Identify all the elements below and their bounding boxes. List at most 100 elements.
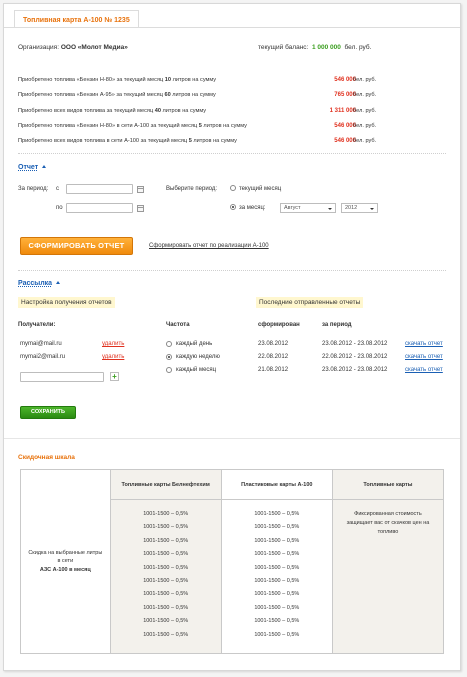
calendar-icon[interactable]	[137, 186, 144, 193]
purchase-row: Приобретено всех видов топлива в сети А-…	[18, 138, 237, 144]
last-sent-heading: Последние отправленные отчеты	[256, 297, 364, 308]
purchase-unit: бел. руб.	[353, 92, 377, 99]
delete-recipient-link[interactable]: удалить	[102, 341, 124, 347]
frequency-radio[interactable]	[166, 341, 172, 347]
discount-col3-text: Фиксированная стоимость защищает вас от …	[331, 499, 445, 654]
discount-value: 1001-1500 – 0,5%	[254, 511, 300, 517]
purchase-text: Приобретено топлива «Бензин Н-80» в сети…	[18, 122, 199, 129]
divider	[18, 270, 446, 271]
discount-value: 1001-1500 – 0,5%	[143, 524, 189, 531]
save-button[interactable]: СОХРАНИТЬ	[20, 406, 76, 419]
purchase-unit: бел. руб.	[353, 122, 377, 129]
discount-row-label: Скидка на выбранные литры в сети АЗС А-1…	[20, 469, 111, 654]
frequency-label: каждый день	[176, 341, 213, 347]
delete-recipient-link[interactable]: удалить	[102, 354, 124, 360]
discount-value: 1001-1500 – 0,5%	[143, 604, 189, 611]
discount-value: 1001-1500 – 0,5%	[143, 618, 189, 625]
purchase-row: Приобретено топлива «Бензин Н-80» за тек…	[18, 77, 216, 83]
tab-fuel-card[interactable]: Топливная карта А-100 № 1235	[14, 10, 139, 28]
balance-label: текущий баланс:	[258, 44, 309, 51]
discount-value: 1001-1500 – 0,5%	[143, 537, 189, 544]
choose-period-label: Выберите период:	[166, 186, 218, 192]
purchase-unit: бел. руб.	[353, 77, 377, 83]
generate-report-button[interactable]: СФОРМИРОВАТЬ ОТЧЕТ	[20, 237, 133, 255]
org-label: Организация:	[18, 44, 60, 51]
month-select[interactable]: Август	[280, 203, 336, 213]
download-report-link[interactable]: скачать отчет	[405, 354, 443, 360]
chevron-down-icon	[370, 208, 374, 210]
generated-col-header: сформирован	[258, 322, 300, 328]
date-from-input[interactable]	[66, 184, 133, 194]
caret-up-icon	[42, 165, 47, 168]
discount-value: 1001-1500 – 0,5%	[254, 537, 300, 544]
calendar-icon[interactable]	[137, 205, 144, 212]
frequency-label: каждый месяц	[176, 367, 217, 373]
purchase-text: Приобретено топлива «Бензин Н-80» за тек…	[18, 77, 165, 83]
recipients-label: Получатели:	[18, 322, 56, 328]
org-info: Организация: ООО «Молот Медиа»	[18, 44, 128, 51]
discount-row-label-line1: Скидка на выбранные литры в сети	[28, 549, 103, 565]
frequency-label: каждую неделю	[176, 354, 220, 360]
discount-row-label-line2: АЗС А-100 в месяц	[39, 566, 91, 573]
section-divider	[4, 438, 460, 439]
purchase-unit: бел. руб.	[353, 138, 377, 145]
discount-value: 1001-1500 – 0,5%	[143, 631, 189, 638]
tab-divider	[4, 27, 460, 28]
new-recipient-input[interactable]	[20, 372, 104, 382]
purchase-text: Приобретено всех видов топлива в сети А-…	[18, 138, 189, 145]
frequency-radio[interactable]	[166, 354, 172, 360]
download-report-link[interactable]: скачать отчет	[405, 341, 443, 347]
mailing-title: Рассылка	[18, 280, 53, 287]
discount-value: 1001-1500 – 0,5%	[254, 591, 300, 598]
chevron-down-icon	[328, 208, 332, 210]
purchase-text: Приобретено всех видов топлива за текущи…	[18, 107, 155, 114]
recipient-email: mymai2@mail.ru	[20, 354, 66, 360]
purchase-text: литров на сумму	[170, 92, 216, 99]
discount-value: 1001-1500 – 0,5%	[254, 551, 300, 558]
report-period: 23.08.2012 - 23.08.2012	[322, 341, 388, 347]
discount-col-header: Пластиковые карты А-100	[220, 469, 333, 500]
year-select[interactable]: 2012	[341, 203, 378, 213]
mailing-section-toggle[interactable]: Рассылка	[18, 280, 61, 287]
discount-value: 1001-1500 – 0,5%	[254, 577, 300, 584]
download-report-link[interactable]: скачать отчет	[405, 367, 443, 373]
from-label: с	[56, 186, 59, 192]
discount-value: 1001-1500 – 0,5%	[143, 577, 189, 584]
add-recipient-icon[interactable]: +	[110, 372, 119, 381]
purchase-text: Приобретено топлива «Бензин А-95» за тек…	[18, 92, 165, 99]
month-value: Август	[284, 205, 301, 211]
frequency-radio[interactable]	[166, 367, 172, 373]
frequency-label: Частота	[166, 322, 190, 328]
report-title: Отчет	[18, 164, 39, 171]
for-month-label: за месяц:	[239, 205, 266, 211]
purchase-row: Приобретено топлива «Бензин Н-80» в сети…	[18, 123, 247, 129]
discount-title: Скидочная шкала	[18, 454, 75, 461]
balance-info: текущий баланс: 1 000 000 бел. руб.	[258, 44, 371, 51]
discount-col-header: Топливные карты Белнефтехим	[109, 469, 222, 500]
discount-col1-values: 1001-1500 – 0,5% 1001-1500 – 0,5% 1001-150…	[109, 499, 222, 654]
recipient-email: mymai@mail.ru	[20, 341, 62, 347]
discount-table: Скидка на выбранные литры в сети АЗС А-1…	[20, 469, 445, 654]
report-section-toggle[interactable]: Отчет	[18, 164, 47, 171]
discount-value: 1001-1500 – 0,5%	[143, 511, 189, 517]
balance-value: 1 000 000	[311, 44, 341, 51]
discount-value: 1001-1500 – 0,5%	[143, 564, 189, 571]
discount-value: 1001-1500 – 0,5%	[254, 564, 300, 571]
report-period: 23.08.2012 - 23.08.2012	[322, 367, 388, 373]
year-value: 2012	[345, 205, 358, 211]
caret-up-icon	[56, 281, 61, 284]
to-label: по	[56, 205, 63, 211]
discount-col2-values: 1001-1500 – 0,5% 1001-1500 – 0,5% 1001-150…	[220, 499, 333, 654]
divider	[18, 153, 446, 154]
a100-report-link[interactable]: Сформировать отчет по реализации А-100	[149, 243, 269, 249]
report-generated-date: 22.08.2012	[258, 354, 289, 360]
purchase-text: литров на сумму	[160, 107, 207, 114]
balance-unit: бел. руб.	[344, 44, 372, 51]
period-label: За период:	[18, 186, 49, 192]
radio-for-month[interactable]	[230, 204, 236, 210]
date-to-input[interactable]	[66, 203, 133, 213]
radio-current-month[interactable]	[230, 185, 236, 191]
discount-col-header: Топливные карты	[331, 469, 445, 500]
purchase-row: Приобретено топлива «Бензин А-95» за тек…	[18, 92, 216, 98]
discount-value: 1001-1500 – 0,5%	[143, 591, 189, 598]
